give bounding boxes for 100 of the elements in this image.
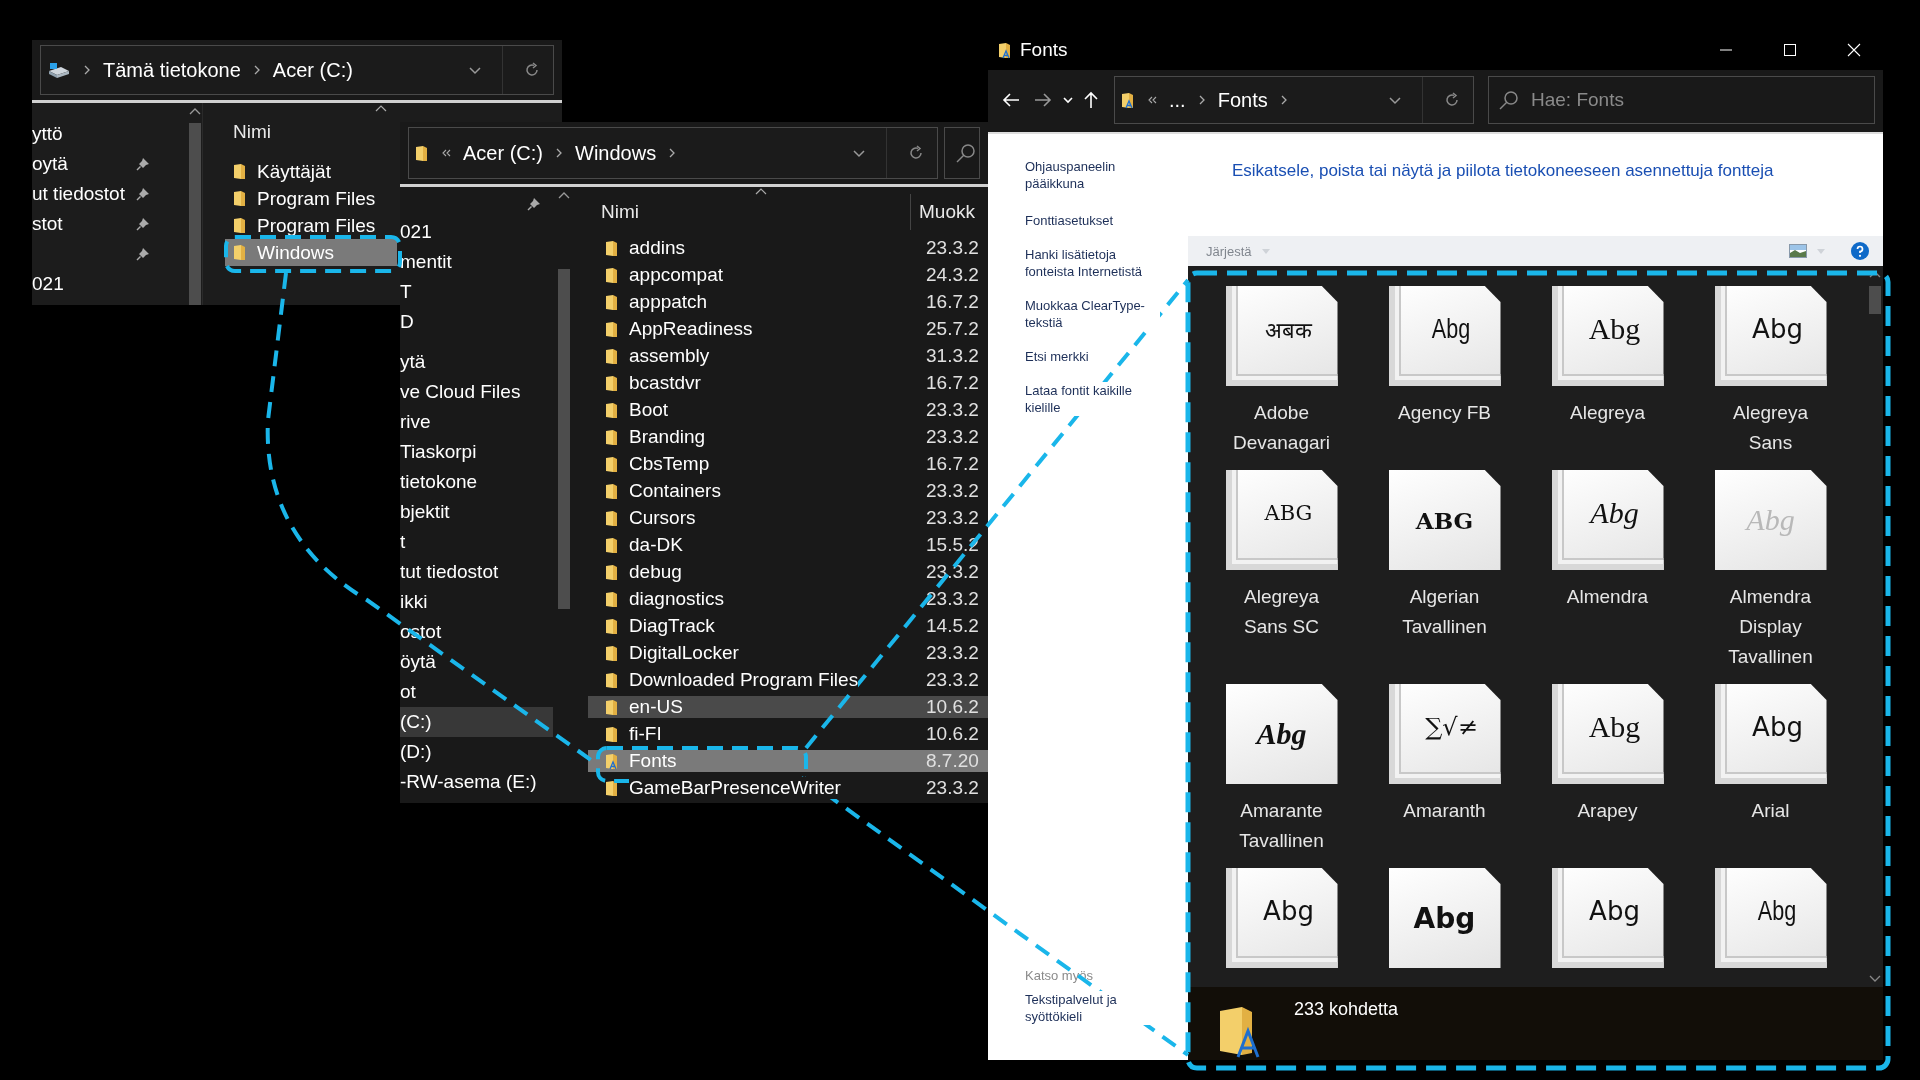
breadcrumb[interactable]: Acer (C:) — [272, 58, 353, 82]
nav-item[interactable]: 021 — [32, 273, 64, 295]
dropdown-icon[interactable] — [852, 148, 866, 158]
nav-item[interactable]: ve Cloud Files — [400, 377, 573, 407]
address-bar[interactable]: Tämä tietokone Acer (C:) — [40, 45, 554, 95]
nav-item[interactable]: bjektit — [400, 497, 573, 527]
font-name[interactable]: Agency FB — [1385, 398, 1504, 428]
scrollbar-thumb[interactable] — [189, 123, 201, 305]
nav-item[interactable]: öytä — [400, 647, 573, 677]
address-bar[interactable]: Acer (C:) Windows — [408, 127, 938, 179]
nav-item[interactable]: (D:) — [400, 737, 573, 767]
nav-item[interactable]: Tiaskorpi — [400, 437, 573, 467]
nav-item[interactable]: (C:) — [400, 707, 553, 737]
scroll-up-icon[interactable] — [558, 191, 570, 199]
font-name[interactable]: Algerian Tavallinen — [1385, 582, 1504, 642]
forward-icon[interactable] — [1034, 93, 1052, 107]
refresh-icon[interactable] — [523, 61, 541, 79]
nav-item[interactable]: D — [400, 307, 573, 337]
double-chevron-icon[interactable] — [1147, 96, 1157, 104]
folder-item[interactable]: Program Files — [225, 185, 397, 212]
scroll-down-icon[interactable] — [1869, 975, 1881, 983]
view-icon[interactable] — [1789, 244, 1807, 258]
help-icon[interactable] — [1851, 242, 1869, 260]
dropdown-icon[interactable] — [1388, 95, 1402, 105]
dropdown-icon[interactable] — [1062, 96, 1074, 104]
font-name[interactable]: Alegreya Sans SC — [1222, 582, 1341, 642]
up-icon[interactable] — [1084, 91, 1098, 109]
folder-item[interactable]: Program Files — [225, 212, 397, 239]
folder-item[interactable]: Windows — [225, 239, 397, 266]
folder-icon — [605, 320, 619, 338]
breadcrumb[interactable]: Tämä tietokone — [103, 58, 241, 82]
refresh-icon[interactable] — [1443, 91, 1461, 109]
font-preview[interactable]: Abg — [1225, 868, 1338, 968]
font-preview[interactable]: Abg — [1551, 868, 1664, 968]
refresh-icon[interactable] — [907, 144, 925, 162]
font-preview[interactable]: Abg — [1551, 684, 1664, 784]
nav-item[interactable]: tut tiedostot — [400, 557, 573, 587]
font-preview[interactable]: Abg — [1225, 684, 1338, 784]
font-preview[interactable]: Abg — [1551, 470, 1664, 570]
chevron-icon[interactable] — [1279, 94, 1288, 106]
nav-item[interactable]: ut tiedostot — [32, 183, 125, 205]
font-preview[interactable]: Abg — [1388, 868, 1501, 968]
font-name[interactable]: Adobe Devanagari — [1222, 398, 1341, 458]
font-name[interactable]: Amaranth — [1385, 796, 1504, 826]
scrollbar-thumb[interactable] — [1869, 286, 1881, 314]
scrollbar[interactable] — [188, 107, 202, 305]
double-chevron-icon[interactable] — [441, 149, 451, 157]
scrollbar[interactable] — [557, 191, 571, 609]
font-name[interactable]: Alegreya Sans — [1711, 398, 1830, 458]
search-field[interactable]: Hae: Fonts — [1488, 76, 1875, 124]
font-preview[interactable]: Abg — [1714, 868, 1827, 968]
scroll-up-icon[interactable] — [189, 107, 201, 115]
breadcrumb[interactable]: ... — [1169, 88, 1186, 112]
nav-item[interactable]: tietokone — [400, 467, 573, 497]
font-name[interactable]: Arial — [1711, 796, 1830, 826]
font-name[interactable]: Almendra — [1548, 582, 1667, 612]
breadcrumb[interactable]: Acer (C:) — [463, 141, 543, 165]
dropdown-icon[interactable] — [468, 65, 482, 75]
nav-item[interactable]: mentit — [400, 247, 573, 277]
font-preview[interactable]: Abg — [1551, 286, 1664, 386]
nav-item[interactable]: 021 — [400, 217, 573, 247]
nav-item[interactable]: t — [400, 527, 573, 557]
font-preview[interactable]: ABG — [1225, 470, 1338, 570]
search-field[interactable] — [944, 127, 980, 179]
font-preview[interactable]: Abg — [1388, 286, 1501, 386]
pin-icon — [136, 187, 150, 201]
font-preview[interactable]: Abg — [1714, 684, 1827, 784]
font-preview[interactable]: ∑√≠ — [1388, 684, 1501, 784]
nav-item[interactable]: ytä — [400, 347, 573, 377]
column-header[interactable]: Nimi — [225, 121, 271, 143]
address-bar[interactable]: ... Fonts — [1114, 76, 1474, 124]
modified-date: 23.3.2 — [926, 642, 980, 664]
nav-item[interactable]: rive — [400, 407, 573, 437]
scrollbar-thumb[interactable] — [558, 269, 570, 609]
nav-item[interactable]: T — [400, 277, 573, 307]
column-header[interactable]: Muokk — [919, 201, 975, 223]
nav-item[interactable]: ot — [400, 677, 573, 707]
nav-item[interactable]: -RW-asema (E:) — [400, 767, 573, 797]
chevron-icon[interactable] — [668, 147, 677, 159]
font-name[interactable]: Alegreya — [1548, 398, 1667, 428]
nav-item[interactable]: ikki — [400, 587, 573, 617]
nav-item[interactable]: stot — [32, 213, 63, 235]
folder-item[interactable]: Käyttäjät — [225, 158, 397, 185]
breadcrumb[interactable]: Windows — [575, 141, 657, 165]
font-preview[interactable]: अबक — [1225, 286, 1338, 386]
font-preview[interactable]: ABG — [1388, 470, 1501, 570]
column-header[interactable]: Nimi — [588, 201, 910, 223]
file-row[interactable]: Fonts 8.7.20 — [588, 750, 988, 772]
breadcrumb[interactable]: Fonts — [1217, 88, 1268, 112]
folder-icon — [415, 144, 429, 162]
back-icon[interactable] — [1002, 93, 1020, 107]
nav-item[interactable]: yttö — [32, 123, 63, 145]
close-icon[interactable] — [1847, 43, 1861, 57]
font-preview[interactable]: Abg — [1714, 286, 1827, 386]
font-name[interactable]: Arapey — [1548, 796, 1667, 826]
nav-item[interactable]: oytä — [32, 153, 68, 175]
font-name[interactable]: Amarante Tavallinen — [1222, 796, 1341, 856]
file-row[interactable]: en-US 10.6.2 — [588, 696, 988, 718]
maximize-icon[interactable] — [1783, 43, 1797, 57]
font-name[interactable]: Almendra Display Tavallinen — [1711, 582, 1830, 672]
